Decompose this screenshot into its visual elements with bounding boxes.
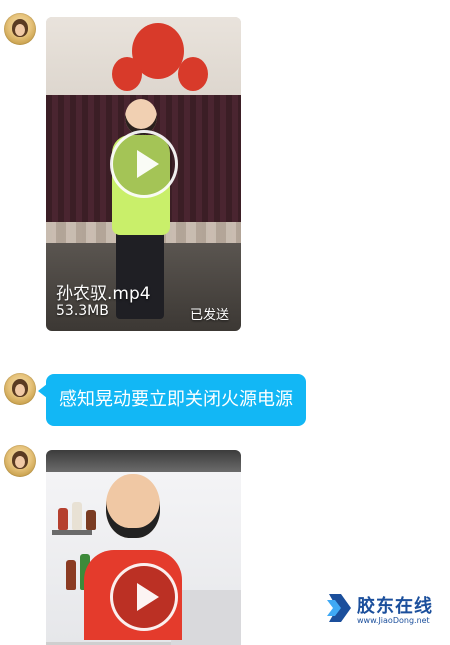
video-message[interactable]: 孙农驭.mp4 53.3MB 已发送 [46, 17, 241, 331]
sender-avatar[interactable] [4, 445, 36, 477]
thumbnail-bottle [72, 502, 82, 530]
play-triangle [137, 150, 159, 178]
sent-status: 已发送 [189, 308, 229, 323]
video-message[interactable] [46, 450, 241, 645]
video-file-name: 孙农驭.mp4 [56, 284, 151, 304]
watermark-chinese: 胶东在线 [357, 596, 433, 617]
thumbnail-shelf [52, 530, 92, 535]
jiaodong-logo: 胶东在线 www.JiaoDong.net [325, 592, 437, 630]
watermark-url: www.JiaoDong.net [357, 616, 430, 625]
play-triangle [137, 583, 159, 611]
sender-avatar[interactable] [4, 373, 36, 405]
sender-avatar[interactable] [4, 13, 36, 45]
thumbnail-person-head [106, 474, 160, 538]
thumbnail-range-hood [46, 450, 241, 472]
jiaodong-logo-mark [327, 594, 351, 622]
thumbnail-toy [178, 57, 208, 91]
play-icon[interactable] [110, 563, 178, 631]
text-message-bubble[interactable]: 感知晃动要立即关闭火源电源 [38, 374, 306, 426]
play-icon[interactable] [110, 130, 178, 198]
thumbnail-bottle [86, 510, 96, 530]
thumbnail-bottle [58, 508, 68, 530]
thumbnail-person-legs [116, 229, 164, 319]
thumbnail-toy [112, 57, 142, 91]
video-file-size: 53.3MB [56, 303, 109, 319]
thumbnail-bottle [66, 560, 76, 590]
